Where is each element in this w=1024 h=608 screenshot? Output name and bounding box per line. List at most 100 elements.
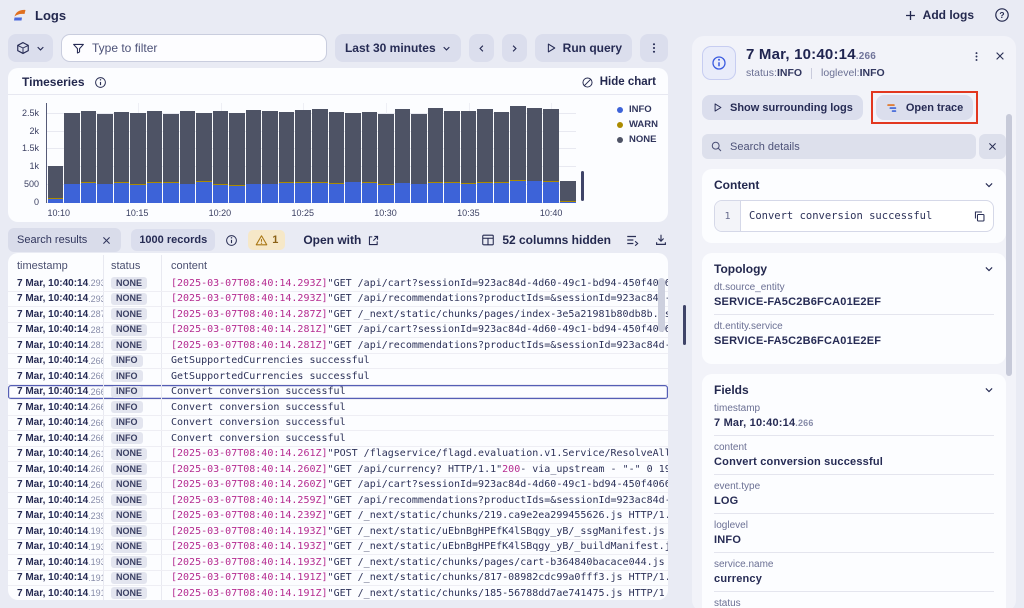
chart-bar[interactable] xyxy=(527,103,543,203)
time-prev-button[interactable] xyxy=(469,34,494,62)
legend-item-warn[interactable]: WARN xyxy=(617,119,658,130)
chart-bar[interactable] xyxy=(411,103,427,203)
chart-bar[interactable] xyxy=(180,103,196,203)
chart-bar[interactable] xyxy=(81,103,97,203)
hide-chart-button[interactable]: Hide chart xyxy=(581,76,656,89)
chart-bar[interactable] xyxy=(378,103,394,203)
help-icon[interactable]: ? xyxy=(994,7,1010,23)
filter-input[interactable] xyxy=(92,41,316,55)
chart-bar[interactable] xyxy=(560,103,576,203)
y-tick-label: 2.5k xyxy=(22,108,39,118)
topology-section-header[interactable]: Topology xyxy=(714,262,994,276)
open-with-button[interactable]: Open with xyxy=(303,233,380,247)
warning-badge[interactable]: 1 xyxy=(248,230,285,250)
chart-bar[interactable] xyxy=(477,103,493,203)
time-next-button[interactable] xyxy=(502,34,527,62)
search-results-tab[interactable]: Search results xyxy=(8,228,121,252)
chart-bar[interactable] xyxy=(163,103,179,203)
legend-item-none[interactable]: NONE xyxy=(617,134,658,145)
chevron-down-icon xyxy=(984,385,994,395)
chart-bar[interactable] xyxy=(130,103,146,203)
chart-bar[interactable] xyxy=(461,103,477,203)
table-row[interactable]: 7 Mar, 10:40:14.260NONE[2025-03-07T08:40… xyxy=(8,478,668,494)
chart-bar[interactable] xyxy=(246,103,262,203)
chart-bar[interactable] xyxy=(196,103,212,203)
table-row[interactable]: 7 Mar, 10:40:14.266INFOGetSupportedCurre… xyxy=(8,354,668,370)
chart-bar[interactable] xyxy=(510,103,526,203)
table-row[interactable]: 7 Mar, 10:40:14.266INFOConvert conversio… xyxy=(8,431,668,447)
download-icon[interactable] xyxy=(654,233,668,247)
search-details-container[interactable] xyxy=(702,134,976,159)
table-scrollbar[interactable] xyxy=(658,278,665,332)
detail-kebab-icon[interactable] xyxy=(971,50,982,63)
query-options-kebab-icon[interactable] xyxy=(640,34,668,62)
table-row[interactable]: 7 Mar, 10:40:14.261NONE[2025-03-07T08:40… xyxy=(8,447,668,463)
table-row[interactable]: 7 Mar, 10:40:14.260NONE[2025-03-07T08:40… xyxy=(8,462,668,478)
table-row[interactable]: 7 Mar, 10:40:14.191NONE[2025-03-07T08:40… xyxy=(8,571,668,587)
table-row[interactable]: 7 Mar, 10:40:14.193NONE[2025-03-07T08:40… xyxy=(8,524,668,540)
table-row[interactable]: 7 Mar, 10:40:14.293NONE[2025-03-07T08:40… xyxy=(8,276,668,292)
chart-bar[interactable] xyxy=(362,103,378,203)
panel-scrollbar[interactable] xyxy=(1006,114,1012,376)
time-range-button[interactable]: Last 30 minutes xyxy=(335,34,461,62)
table-row[interactable]: 7 Mar, 10:40:14.193NONE[2025-03-07T08:40… xyxy=(8,555,668,571)
table-row[interactable]: 7 Mar, 10:40:14.266INFOGetSupportedCurre… xyxy=(8,369,668,385)
column-header-status[interactable]: status xyxy=(104,255,162,276)
copy-icon[interactable] xyxy=(965,201,993,231)
chart-bar[interactable] xyxy=(345,103,361,203)
table-row[interactable]: 7 Mar, 10:40:14.193NONE[2025-03-07T08:40… xyxy=(8,540,668,556)
column-header-timestamp[interactable]: timestamp xyxy=(8,255,104,276)
table-row[interactable]: 7 Mar, 10:40:14.191NONE[2025-03-07T08:40… xyxy=(8,586,668,600)
table-row[interactable]: 7 Mar, 10:40:14.287NONE[2025-03-07T08:40… xyxy=(8,307,668,323)
chart-bar[interactable] xyxy=(114,103,130,203)
chart-bar[interactable] xyxy=(229,103,245,203)
chart-bar[interactable] xyxy=(494,103,510,203)
chart-bar[interactable] xyxy=(543,103,559,203)
table-row[interactable]: 7 Mar, 10:40:14.281NONE[2025-03-07T08:40… xyxy=(8,323,668,339)
table-row[interactable]: 7 Mar, 10:40:14.293NONE[2025-03-07T08:40… xyxy=(8,292,668,308)
panel-resize-handle[interactable] xyxy=(683,305,686,345)
content-section: Content 1 Convert conversion successful xyxy=(702,169,1006,243)
content-section-header[interactable]: Content xyxy=(714,178,994,192)
chart-bar[interactable] xyxy=(213,103,229,203)
logs-app-logo-icon xyxy=(12,7,28,23)
chart-bar[interactable] xyxy=(97,103,113,203)
chart-bar[interactable] xyxy=(48,103,64,203)
records-info-icon[interactable] xyxy=(225,234,238,247)
chart-bar[interactable] xyxy=(444,103,460,203)
chart-bar[interactable] xyxy=(295,103,311,203)
status-badge: NONE xyxy=(111,448,147,460)
table-row[interactable]: 7 Mar, 10:40:14.266INFOConvert conversio… xyxy=(8,416,668,432)
table-row[interactable]: 7 Mar, 10:40:14.259NONE[2025-03-07T08:40… xyxy=(8,493,668,509)
table-row[interactable]: 7 Mar, 10:40:14.266INFOConvert conversio… xyxy=(8,400,668,416)
legend-item-info[interactable]: INFO xyxy=(617,104,658,115)
search-clear-button[interactable] xyxy=(979,134,1006,159)
manage-columns-icon[interactable] xyxy=(625,233,640,247)
chart-bar[interactable] xyxy=(428,103,444,203)
close-icon[interactable] xyxy=(101,235,112,246)
timeseries-info-icon[interactable] xyxy=(94,76,107,89)
scope-selector-button[interactable] xyxy=(8,34,53,62)
table-row[interactable]: 7 Mar, 10:40:14.281NONE[2025-03-07T08:40… xyxy=(8,338,668,354)
chart-bar[interactable] xyxy=(312,103,328,203)
chart-bar[interactable] xyxy=(279,103,295,203)
search-details-input[interactable] xyxy=(730,141,968,153)
chart-bar[interactable] xyxy=(329,103,345,203)
column-header-content[interactable]: content xyxy=(162,255,668,276)
chart-bar[interactable] xyxy=(147,103,163,203)
chart-bar[interactable] xyxy=(395,103,411,203)
show-surrounding-logs-button[interactable]: Show surrounding logs xyxy=(702,95,863,120)
run-query-button[interactable]: Run query xyxy=(535,34,632,62)
detail-close-icon[interactable] xyxy=(994,50,1006,62)
table-row-selected[interactable]: 7 Mar, 10:40:14.266INFOConvert conversio… xyxy=(8,385,668,401)
chart-drag-handle[interactable] xyxy=(581,171,584,201)
fields-section-header[interactable]: Fields xyxy=(714,383,994,397)
table-row[interactable]: 7 Mar, 10:40:14.239NONE[2025-03-07T08:40… xyxy=(8,509,668,525)
filter-input-container[interactable] xyxy=(61,34,327,62)
trace-icon xyxy=(886,102,899,114)
add-logs-button[interactable]: Add logs xyxy=(904,8,974,22)
chart-bar[interactable] xyxy=(64,103,80,203)
open-trace-button[interactable]: Open trace xyxy=(876,95,973,120)
chart-bar[interactable] xyxy=(262,103,278,203)
columns-hidden-button[interactable]: 52 columns hidden xyxy=(481,233,611,247)
